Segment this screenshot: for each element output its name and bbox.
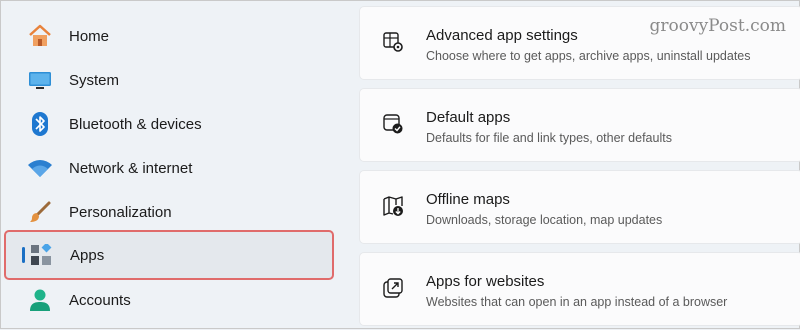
sidebar-item-system[interactable]: System bbox=[15, 60, 329, 100]
sidebar-item-home[interactable]: Home bbox=[15, 16, 329, 56]
sidebar-item-label: System bbox=[69, 71, 120, 89]
default-apps-icon bbox=[382, 113, 404, 135]
sidebar-item-accounts[interactable]: Accounts bbox=[15, 280, 329, 320]
sidebar-item-label: Home bbox=[69, 27, 110, 45]
watermark: groovyPost.com bbox=[647, 16, 788, 36]
card-subtitle: Downloads, storage location, map updates bbox=[426, 213, 663, 227]
main-content: Advanced app settings Choose where to ge… bbox=[359, 1, 800, 330]
sidebar-item-label: Accounts bbox=[69, 291, 131, 309]
card-title: Advanced app settings bbox=[426, 27, 578, 44]
map-download-icon bbox=[382, 195, 404, 217]
card-title: Offline maps bbox=[426, 191, 510, 208]
selection-indicator bbox=[22, 247, 25, 263]
open-external-icon bbox=[382, 277, 404, 299]
sidebar-item-label: Bluetooth & devices bbox=[69, 115, 202, 133]
sidebar-item-personalization[interactable]: Personalization bbox=[15, 192, 329, 232]
sidebar-item-bluetooth[interactable]: Bluetooth & devices bbox=[15, 104, 329, 144]
app-settings-icon bbox=[382, 31, 404, 53]
settings-window: Home System Bluetooth & devices Network … bbox=[0, 0, 800, 329]
card-advanced-app-settings[interactable]: Advanced app settings Choose where to ge… bbox=[359, 6, 800, 80]
card-default-apps[interactable]: Default apps Defaults for file and link … bbox=[359, 88, 800, 162]
sidebar-item-apps[interactable]: Apps bbox=[4, 230, 334, 280]
person-icon bbox=[27, 287, 53, 313]
bluetooth-icon bbox=[27, 111, 53, 137]
sidebar: Home System Bluetooth & devices Network … bbox=[1, 1, 346, 328]
monitor-icon bbox=[27, 67, 53, 93]
card-subtitle: Choose where to get apps, archive apps, … bbox=[426, 49, 751, 63]
sidebar-item-label: Personalization bbox=[69, 203, 172, 221]
paintbrush-icon bbox=[27, 199, 53, 225]
sidebar-item-label: Network & internet bbox=[69, 159, 193, 177]
card-subtitle: Defaults for file and link types, other … bbox=[426, 131, 672, 145]
apps-icon bbox=[28, 242, 54, 268]
card-title: Apps for websites bbox=[426, 273, 545, 290]
card-offline-maps[interactable]: Offline maps Downloads, storage location… bbox=[359, 170, 800, 244]
card-subtitle: Websites that can open in an app instead… bbox=[426, 295, 728, 309]
sidebar-item-network[interactable]: Network & internet bbox=[15, 148, 329, 188]
sidebar-item-label: Apps bbox=[70, 246, 105, 264]
card-apps-for-websites[interactable]: Apps for websites Websites that can open… bbox=[359, 252, 800, 326]
card-title: Default apps bbox=[426, 109, 511, 126]
home-icon bbox=[27, 23, 53, 49]
wifi-icon bbox=[27, 155, 53, 181]
